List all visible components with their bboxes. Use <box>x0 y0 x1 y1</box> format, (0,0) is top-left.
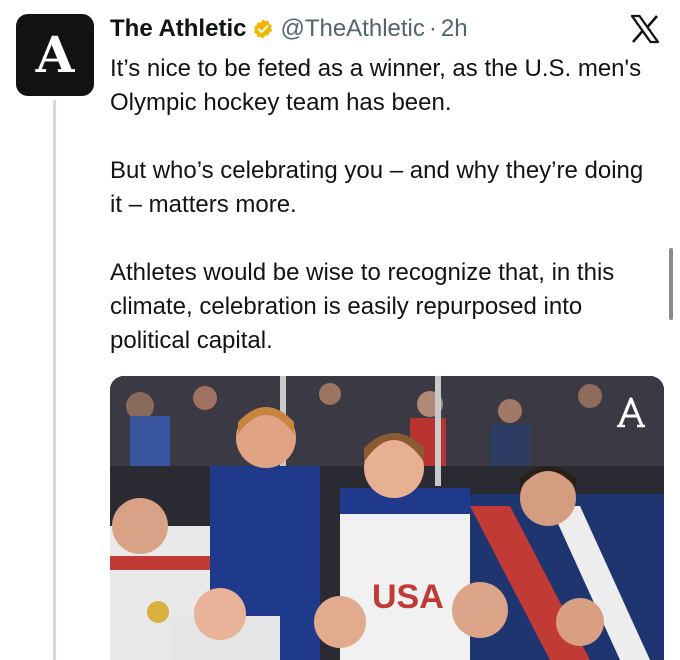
author-handle[interactable]: @TheAthletic <box>280 15 424 43</box>
tweet-paragraph-3: Athletes would be wise to recognize that… <box>110 259 615 354</box>
tweet-header: The Athletic @TheAthletic · 2h <box>110 12 468 46</box>
tweet-paragraph-1: It’s nice to be feted as a winner, as th… <box>110 55 642 116</box>
x-logo-icon <box>630 14 660 44</box>
athletic-watermark-icon <box>617 397 645 428</box>
timestamp[interactable]: 2h <box>441 15 468 43</box>
jersey-lettering: USA <box>372 578 444 616</box>
tweet-paragraph-2: But who’s celebrating you – and why they… <box>110 157 644 218</box>
scrollbar[interactable] <box>669 248 673 320</box>
thread-line <box>53 100 56 660</box>
avatar[interactable]: A <box>16 14 94 96</box>
avatar-letter: A <box>35 25 75 84</box>
tweet-photo[interactable]: USA <box>110 376 664 660</box>
tweet-text: It’s nice to be feted as a winner, as th… <box>110 52 660 358</box>
verified-badge-icon <box>254 19 273 39</box>
separator-dot: · <box>428 15 437 42</box>
author-name[interactable]: The Athletic <box>110 15 246 43</box>
team-celebration-image: USA <box>110 376 664 660</box>
